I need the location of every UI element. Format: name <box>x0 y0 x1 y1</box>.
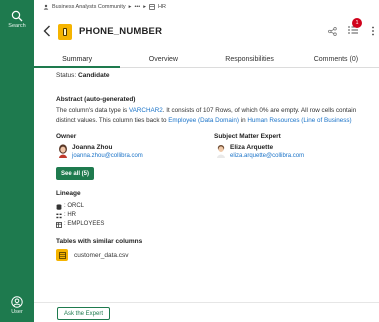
header-actions: 1 <box>328 18 375 38</box>
community-icon <box>43 4 49 10</box>
back-button[interactable] <box>42 24 52 38</box>
breadcrumb: Business Analysts Community ▸ ••• ▸ HR <box>43 4 166 10</box>
similar-table-name: customer_data.csv <box>74 251 129 259</box>
share-icon[interactable] <box>328 26 337 36</box>
abstract-heading: Abstract (auto-generated) <box>56 96 136 103</box>
breadcrumb-separator-icon: ▸ <box>128 4 132 10</box>
search-rail-button[interactable]: Search <box>0 10 34 29</box>
abstract-text: The column's data type is VARCHAR2. It c… <box>56 106 374 126</box>
lineage-label: : ORCL <box>64 203 85 209</box>
user-rail-button[interactable]: User <box>0 296 34 315</box>
similar-table-item[interactable]: customer_data.csv <box>56 249 129 261</box>
search-icon <box>11 10 23 22</box>
database-icon <box>56 203 62 210</box>
owner-name[interactable]: Joanna Zhou <box>72 144 143 152</box>
tab-comments[interactable]: Comments (0) <box>293 51 379 67</box>
domain-icon <box>149 4 155 10</box>
owner-heading: Owner <box>56 133 77 140</box>
table-icon <box>56 221 62 228</box>
status-line: Status: Candidate <box>56 72 109 79</box>
more-vertical-icon[interactable] <box>371 26 375 36</box>
search-rail-label: Search <box>8 23 26 29</box>
tab-responsibilities[interactable]: Responsibilities <box>207 51 293 67</box>
asset-title: PHONE_NUMBER <box>79 26 163 37</box>
tab-summary[interactable]: Summary <box>34 51 121 68</box>
lineage-item[interactable]: : EMPLOYEES <box>56 220 104 229</box>
abstract-text-part: The column's data type is <box>56 107 129 114</box>
data-domain-link[interactable]: Employee (Data Domain) <box>168 117 239 124</box>
notification-badge: 1 <box>352 18 362 28</box>
lineage-label: : HR <box>64 212 76 218</box>
status-value: Candidate <box>78 72 110 79</box>
status-label: Status: <box>56 72 77 79</box>
business-line-link[interactable]: Human Resources <box>247 117 299 124</box>
tab-bar: Summary Overview Responsibilities Commen… <box>34 51 379 68</box>
schema-icon <box>56 213 62 218</box>
breadcrumb-domain[interactable]: HR <box>158 4 166 10</box>
breadcrumb-separator-icon: ▸ <box>143 4 146 10</box>
user-icon <box>11 296 23 308</box>
owner-card: Joanna Zhou joanna.zhou@collibra.com <box>58 144 143 160</box>
avatar <box>59 144 67 158</box>
sme-heading: Subject Matter Expert <box>214 133 281 140</box>
ask-the-expert-button[interactable]: Ask the Expert <box>57 307 111 320</box>
task-list-button[interactable]: 1 <box>347 18 362 38</box>
lineage-label: : EMPLOYEES <box>64 221 105 227</box>
data-type-link[interactable]: VARCHAR2 <box>129 107 163 114</box>
similar-tables-heading: Tables with similar columns <box>56 238 143 245</box>
breadcrumb-community[interactable]: Business Analysts Community <box>52 4 126 10</box>
tab-overview[interactable]: Overview <box>120 51 206 67</box>
file-table-icon <box>56 249 68 261</box>
sme-name[interactable]: Eliza Arquette <box>230 144 304 152</box>
owner-email[interactable]: joanna.zhou@collibra.com <box>72 152 143 160</box>
lineage-item[interactable]: : HR <box>56 211 104 220</box>
see-all-button[interactable]: See all (5) <box>56 167 95 180</box>
footer-divider <box>34 302 379 303</box>
sme-email[interactable]: eliza.arquette@collibra.com <box>230 152 304 160</box>
line-of-business-link[interactable]: (Line of Business) <box>301 117 351 124</box>
left-rail: Search User <box>0 0 34 322</box>
lineage-list: : ORCL : HR : EMPLOYEES <box>56 202 104 229</box>
sme-card: Eliza Arquette eliza.arquette@collibra.c… <box>216 144 304 160</box>
avatar <box>217 145 225 158</box>
user-rail-label: User <box>11 309 23 315</box>
asset-type-icon <box>58 24 72 40</box>
breadcrumb-ellipsis[interactable]: ••• <box>134 4 140 10</box>
lineage-item[interactable]: : ORCL <box>56 202 104 211</box>
chevron-left-icon <box>43 25 50 37</box>
lineage-heading: Lineage <box>56 190 81 197</box>
